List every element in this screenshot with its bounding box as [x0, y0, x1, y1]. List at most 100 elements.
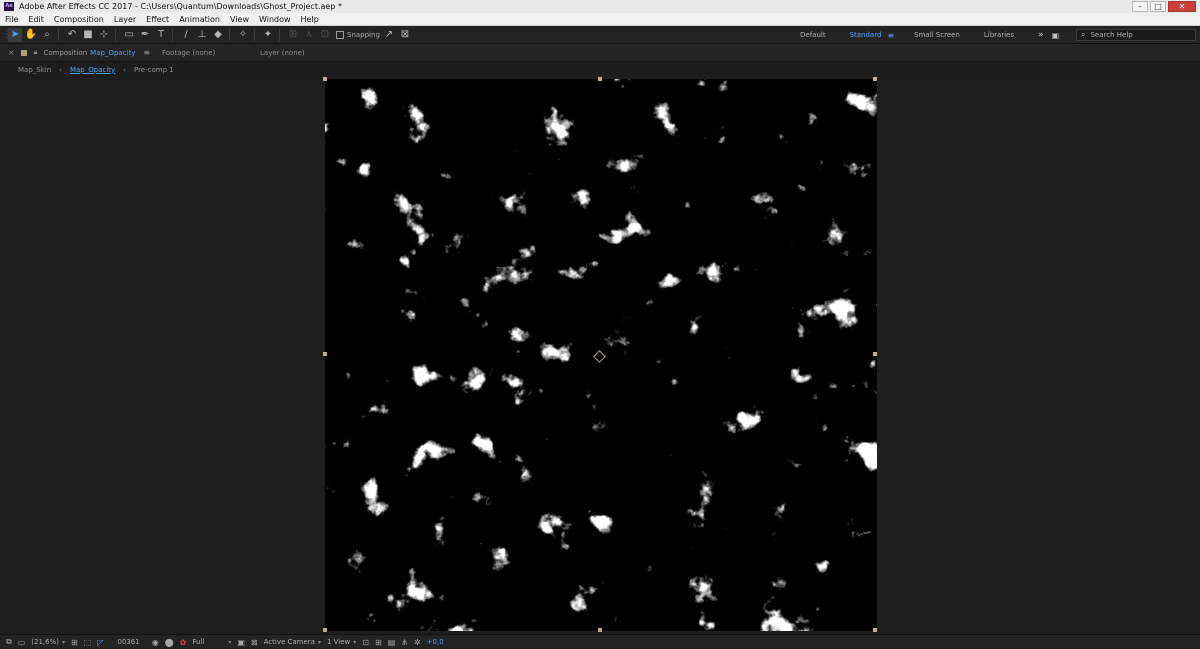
- brush-tool-icon[interactable]: ∕: [179, 28, 193, 42]
- safe-areas-icon[interactable]: ⊞: [71, 638, 78, 647]
- title-bar: Ae Adobe After Effects CC 2017 - C:\User…: [0, 0, 1200, 13]
- close-button[interactable]: ✕: [1168, 1, 1196, 12]
- camera-tool-icon[interactable]: ■: [81, 28, 95, 42]
- workspace-options-icon[interactable]: ▣: [1052, 31, 1060, 40]
- layer-tab[interactable]: Layer (none): [260, 49, 305, 57]
- snapshot-icon[interactable]: ◉: [152, 638, 159, 647]
- always-preview-icon[interactable]: ⧉: [6, 637, 12, 647]
- toolbar-divider: [172, 28, 173, 41]
- snapping-label: Snapping: [347, 30, 380, 39]
- puppet-pin-tool-icon[interactable]: ✦: [261, 28, 275, 42]
- exposure-value[interactable]: +0,0: [427, 638, 444, 646]
- breadcrumb-map-opacity[interactable]: Map_Opacity: [70, 66, 115, 74]
- zoom-tool-icon[interactable]: ⌕: [40, 28, 54, 42]
- breadcrumb-pre-comp[interactable]: Pre-comp 1: [134, 66, 174, 74]
- workspace-libraries[interactable]: Libraries: [984, 31, 1014, 39]
- viewer-footer: ⧉ ▭ (21,6%) ▾ ⊞ ⬚ ◸ 00361 ◉ ⬤ ✿ Full ▾ ▣…: [0, 634, 1200, 649]
- local-axis-icon[interactable]: ⊞: [286, 28, 300, 42]
- panel-menu-icon[interactable]: ≡: [143, 48, 150, 57]
- flowchart-icon[interactable]: ⋔: [401, 638, 408, 647]
- transform-handle[interactable]: [323, 628, 327, 632]
- maximize-button[interactable]: □: [1150, 1, 1166, 12]
- breadcrumb-arrow-icon: ‹: [123, 65, 126, 74]
- snapping-checkbox[interactable]: [336, 30, 344, 39]
- menu-view[interactable]: View: [225, 15, 254, 24]
- toolbar-divider: [254, 28, 255, 41]
- workspace-standard[interactable]: Standard: [850, 31, 882, 39]
- clone-stamp-tool-icon[interactable]: ⊥: [195, 28, 209, 42]
- workspace-menu-icon[interactable]: ≡: [887, 31, 894, 40]
- workspace-small-screen[interactable]: Small Screen: [914, 31, 960, 39]
- lock-icon[interactable]: 🔒︎: [34, 48, 38, 57]
- current-time[interactable]: 00361: [117, 638, 139, 646]
- menu-composition[interactable]: Composition: [49, 15, 109, 24]
- composition-viewer[interactable]: [0, 77, 1200, 634]
- magnification-dropdown[interactable]: (21,6%): [31, 638, 59, 646]
- chevron-down-icon[interactable]: ▾: [353, 639, 356, 646]
- menu-bar: File Edit Composition Layer Effect Anima…: [0, 13, 1200, 26]
- toggle-pixel-aspect-icon[interactable]: ⊡: [362, 638, 369, 647]
- toolbar-grip-icon: ⋮: [2, 28, 12, 40]
- region-of-interest-icon[interactable]: ▣: [237, 638, 245, 647]
- transform-handle[interactable]: [873, 77, 877, 81]
- breadcrumb-map-skin[interactable]: Map_Skin: [18, 66, 51, 74]
- color-channels-icon[interactable]: ✿: [180, 638, 187, 647]
- camera-dropdown[interactable]: Active Camera: [264, 638, 315, 646]
- search-help-field[interactable]: ⌕ Search Help: [1076, 29, 1196, 41]
- chevron-down-icon[interactable]: ▾: [228, 639, 231, 646]
- rectangle-tool-icon[interactable]: ▭: [122, 28, 136, 42]
- menu-animation[interactable]: Animation: [174, 15, 225, 24]
- menu-effect[interactable]: Effect: [141, 15, 174, 24]
- close-panel-icon[interactable]: ×: [8, 48, 15, 57]
- workspace-default[interactable]: Default: [800, 31, 826, 39]
- view-layout-dropdown[interactable]: 1 View: [327, 638, 350, 646]
- chevron-down-icon[interactable]: ▾: [318, 639, 321, 646]
- display-icon[interactable]: ▭: [18, 638, 26, 647]
- roto-brush-tool-icon[interactable]: ✧: [236, 28, 250, 42]
- view-axis-icon[interactable]: ⊡: [318, 28, 332, 42]
- transform-handle[interactable]: [323, 352, 327, 356]
- type-tool-icon[interactable]: T: [154, 28, 168, 42]
- resolution-dropdown[interactable]: Full: [192, 638, 204, 646]
- eraser-tool-icon[interactable]: ◆: [211, 28, 225, 42]
- transform-handle[interactable]: [873, 628, 877, 632]
- minimize-button[interactable]: –: [1132, 1, 1148, 12]
- snap-edges-icon[interactable]: ↗: [382, 28, 396, 42]
- composition-tab-label[interactable]: Composition: [43, 49, 87, 57]
- pan-behind-tool-icon[interactable]: ⊹: [97, 28, 111, 42]
- workspace-bar: Default Standard ≡ Small Screen Librarie…: [800, 26, 1067, 44]
- viewer-panel-tabs: × 🔒︎ Composition Map_Opacity ≡ Footage (…: [0, 44, 1200, 62]
- composition-tab-name[interactable]: Map_Opacity: [90, 49, 135, 57]
- timeline-icon[interactable]: ▤: [388, 638, 396, 647]
- rotate-tool-icon[interactable]: ↶: [65, 28, 79, 42]
- menu-help[interactable]: Help: [296, 15, 324, 24]
- menu-edit[interactable]: Edit: [23, 15, 49, 24]
- hand-tool-icon[interactable]: ✋: [24, 28, 38, 42]
- footage-tab[interactable]: Footage (none): [162, 49, 215, 57]
- show-snapshot-icon[interactable]: ⬤: [165, 638, 174, 647]
- transform-handle[interactable]: [598, 77, 602, 81]
- app-logo: Ae: [4, 2, 14, 11]
- fast-previews-icon[interactable]: ⊞: [375, 638, 382, 647]
- menu-file[interactable]: File: [0, 15, 23, 24]
- reset-exposure-icon[interactable]: ✲: [414, 638, 421, 647]
- menu-window[interactable]: Window: [254, 15, 296, 24]
- snap-features-icon[interactable]: ⊠: [398, 28, 412, 42]
- search-placeholder: Search Help: [1090, 31, 1133, 39]
- transform-handle[interactable]: [598, 628, 602, 632]
- selection-tool-icon[interactable]: ➤: [8, 27, 22, 42]
- comp-color-swatch: [20, 49, 27, 56]
- mask-visibility-icon[interactable]: ◸: [97, 638, 103, 647]
- world-axis-icon[interactable]: ⋏: [302, 28, 316, 42]
- menu-layer[interactable]: Layer: [109, 15, 141, 24]
- tools-toolbar: ⋮ ➤ ✋ ⌕ ↶ ■ ⊹ ▭ ✒ T ∕ ⊥ ◆ ✧ ✦ ⊞ ⋏ ⊡ Snap…: [0, 26, 1200, 44]
- toolbar-divider: [58, 28, 59, 41]
- chevron-down-icon[interactable]: ▾: [62, 639, 65, 646]
- breadcrumb-arrow-icon: ‹: [59, 65, 62, 74]
- transform-handle[interactable]: [873, 352, 877, 356]
- more-workspaces-icon[interactable]: »: [1038, 30, 1044, 40]
- toggle-transparency-icon[interactable]: ⊠: [251, 638, 258, 647]
- transparency-grid-icon[interactable]: ⬚: [84, 638, 92, 647]
- transform-handle[interactable]: [323, 77, 327, 81]
- pen-tool-icon[interactable]: ✒: [138, 28, 152, 42]
